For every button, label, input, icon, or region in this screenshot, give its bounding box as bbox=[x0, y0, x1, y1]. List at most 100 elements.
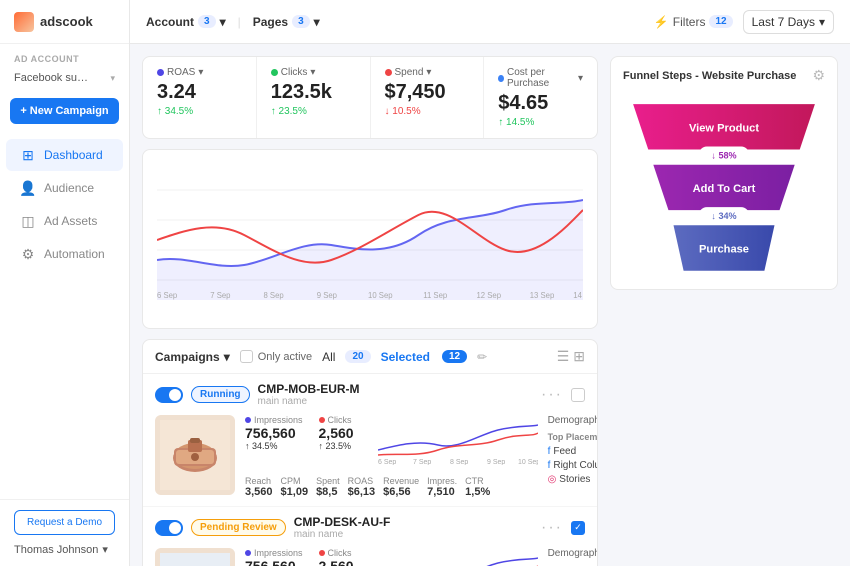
pages-badge: 3 bbox=[292, 15, 310, 28]
content-left: ROAS ▾ 3.24 34.5% Clicks ▾ 123.5k 23.5% bbox=[130, 44, 610, 566]
sidebar-item-dashboard[interactable]: ⊞ Dashboard bbox=[6, 139, 123, 171]
clicks-label: Clicks bbox=[319, 415, 354, 425]
funnel-settings-icon[interactable]: ⚙ bbox=[812, 67, 825, 84]
sidebar-item-dashboard-label: Dashboard bbox=[44, 148, 103, 162]
filters-button[interactable]: ⚡ Filters 12 bbox=[654, 15, 733, 29]
spend-chevron-icon: ▾ bbox=[426, 67, 431, 78]
stat-roas: ROAS $6,13 bbox=[348, 476, 376, 498]
user-chevron-icon: ▾ bbox=[102, 543, 108, 556]
clicks-value: 123.5k bbox=[271, 81, 356, 104]
cpp-dot bbox=[498, 75, 504, 82]
new-campaign-button[interactable]: + New Campaign bbox=[10, 98, 119, 124]
metrics-row: ROAS ▾ 3.24 34.5% Clicks ▾ 123.5k 23.5% bbox=[142, 56, 598, 139]
campaign-1-toggle[interactable] bbox=[155, 387, 183, 403]
account-selector[interactable]: Account 3 ▾ bbox=[146, 15, 226, 29]
automation-icon: ⚙ bbox=[20, 246, 36, 262]
grid-view-icon[interactable]: ⊞ bbox=[573, 348, 585, 365]
metric-clicks-label: Clicks ▾ bbox=[271, 67, 356, 78]
campaign-row: Running CMP-MOB-EUR-M main name ··· bbox=[143, 374, 597, 507]
impressions-label: Impressions bbox=[245, 415, 303, 425]
audience-icon: 👤 bbox=[20, 180, 36, 196]
dashboard-icon: ⊞ bbox=[20, 147, 36, 163]
campaign-1-stats: Impressions 756,560 34.5% Clicks bbox=[245, 415, 538, 498]
campaign-2-subname: main name bbox=[294, 529, 391, 540]
clicks-chevron-icon: ▾ bbox=[310, 67, 315, 78]
cpp-change: 14.5% bbox=[498, 117, 583, 128]
roas-value: 3.24 bbox=[157, 81, 242, 104]
campaign-2-image bbox=[155, 548, 235, 566]
campaign-1-name-group: CMP-MOB-EUR-M main name bbox=[258, 382, 360, 407]
campaign-2-right: Demographics ↑ 65% ↓ 35% Top Placements … bbox=[548, 548, 598, 566]
filters-label: Filters bbox=[673, 15, 706, 29]
impressions2-dot bbox=[245, 550, 251, 556]
selected-label: Selected bbox=[381, 350, 430, 364]
sidebar-item-audience[interactable]: 👤 Audience bbox=[6, 172, 123, 204]
only-active-label: Only active bbox=[258, 351, 312, 363]
campaign-2-status: Pending Review bbox=[191, 519, 286, 536]
account-badge: 3 bbox=[198, 15, 216, 28]
cpp-value: $4.65 bbox=[498, 92, 583, 115]
roas-dot bbox=[157, 69, 164, 76]
ad-account-selector[interactable]: Facebook supe... ▾ bbox=[0, 68, 129, 92]
stat-reach: Reach 3,560 bbox=[245, 476, 273, 498]
placement-right-column: f Right Column 13% bbox=[548, 460, 598, 471]
stat-revenue: Revenue $6,56 bbox=[383, 476, 419, 498]
facebook-icon: f bbox=[548, 446, 551, 457]
list-view-icon[interactable]: ☰ bbox=[557, 348, 570, 365]
filters-badge: 12 bbox=[709, 15, 732, 28]
campaign-1-status: Running bbox=[191, 386, 250, 403]
spend-value: $7,450 bbox=[385, 81, 470, 104]
campaign-1-impressions: Impressions 756,560 34.5% bbox=[245, 415, 303, 468]
metric-spend: Spend ▾ $7,450 10.5% bbox=[371, 57, 485, 138]
date-range-button[interactable]: Last 7 Days ▾ bbox=[743, 10, 834, 34]
sidebar-logo: adscook bbox=[0, 0, 129, 44]
main-content: Account 3 ▾ | Pages 3 ▾ ⚡ Filters 12 Las… bbox=[130, 0, 850, 566]
all-badge: 20 bbox=[345, 350, 370, 363]
campaign-2-chart-svg: 6 Sep 7 Sep 8 Sep 9 Sep 10 Sep bbox=[378, 548, 538, 566]
metric-roas-label: ROAS ▾ bbox=[157, 67, 242, 78]
only-active-filter[interactable]: Only active bbox=[240, 350, 312, 363]
metric-spend-label: Spend ▾ bbox=[385, 67, 470, 78]
view-icons: ☰ ⊞ bbox=[557, 348, 585, 365]
content-right: Funnel Steps - Website Purchase ⚙ bbox=[610, 44, 850, 566]
sidebar-item-ad-assets[interactable]: ◫ Ad Assets bbox=[6, 205, 123, 237]
sidebar-item-automation[interactable]: ⚙ Automation bbox=[6, 238, 123, 270]
topbar-right: ⚡ Filters 12 Last 7 Days ▾ bbox=[654, 10, 834, 34]
svg-text:9 Sep: 9 Sep bbox=[317, 291, 338, 300]
pages-selector[interactable]: Pages 3 ▾ bbox=[253, 15, 320, 29]
request-demo-button[interactable]: Request a Demo bbox=[14, 510, 115, 535]
campaigns-section: Campaigns ▾ Only active All 20 Selected … bbox=[142, 339, 598, 566]
campaign-2-checkbox[interactable]: ✓ bbox=[571, 521, 585, 535]
campaign-1-more-button[interactable]: ··· bbox=[541, 386, 563, 404]
only-active-checkbox[interactable] bbox=[240, 350, 253, 363]
campaign-2-more-button[interactable]: ··· bbox=[541, 519, 563, 537]
campaign-2-toggle[interactable] bbox=[155, 520, 183, 536]
campaigns-dropdown[interactable]: Campaigns ▾ bbox=[155, 350, 230, 364]
spend-change: 10.5% bbox=[385, 106, 470, 117]
metric-roas: ROAS ▾ 3.24 34.5% bbox=[143, 57, 257, 138]
placement-feed: f Feed 65% bbox=[548, 446, 598, 457]
svg-text:8 Sep: 8 Sep bbox=[450, 459, 468, 465]
impressions-value: 756,560 bbox=[245, 425, 303, 441]
svg-text:10 Sep: 10 Sep bbox=[518, 459, 538, 465]
logo-text: adscook bbox=[40, 14, 93, 29]
ad-account-name: Facebook supe... bbox=[14, 72, 94, 84]
edit-icon[interactable]: ✏ bbox=[477, 350, 487, 364]
svg-text:14 S: 14 S bbox=[573, 291, 583, 300]
campaign-1-mini-chart: 6 Sep 7 Sep 8 Sep 9 Sep 10 Sep bbox=[378, 415, 538, 468]
main-chart: 6 Sep 7 Sep 8 Sep 9 Sep 10 Sep 11 Sep 12… bbox=[142, 149, 598, 329]
clicks2-value: 2,560 bbox=[319, 558, 354, 566]
campaign-1-subname: main name bbox=[258, 396, 360, 407]
campaign-2-clicks: Clicks 2,560 23.5% bbox=[319, 548, 354, 566]
campaign-1-checkbox[interactable] bbox=[571, 388, 585, 402]
campaign-1-demographics: Demographics ↑ 65% ↓ 35% bbox=[548, 415, 598, 426]
clicks2-label: Clicks bbox=[319, 548, 354, 558]
svg-text:8 Sep: 8 Sep bbox=[264, 291, 285, 300]
campaign-1-placements-regions: Top Placements f Feed 65% f Right Column… bbox=[548, 432, 598, 488]
svg-text:9 Sep: 9 Sep bbox=[487, 459, 505, 465]
selected-badge: 12 bbox=[442, 350, 467, 363]
topbar-separator: | bbox=[238, 15, 241, 29]
campaigns-label: Campaigns bbox=[155, 350, 220, 364]
impressions-dot bbox=[245, 417, 251, 423]
campaigns-chevron-icon: ▾ bbox=[224, 350, 230, 364]
